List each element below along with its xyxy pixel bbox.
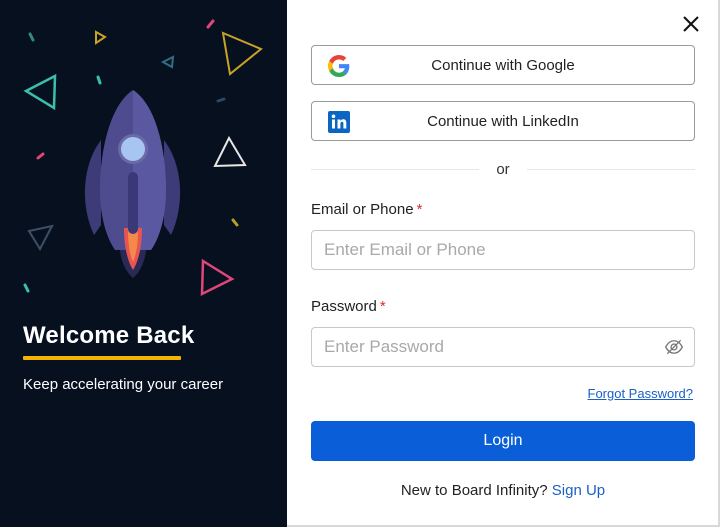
google-button-label: Continue with Google xyxy=(431,56,575,74)
password-label-text: Password xyxy=(311,298,377,315)
required-marker: * xyxy=(379,298,386,315)
sign-up-link[interactable]: Sign Up xyxy=(552,482,605,499)
signup-prompt: New to Board Infinity? Sign Up xyxy=(311,482,695,499)
or-divider: or xyxy=(311,160,695,180)
rocket-icon xyxy=(84,90,181,278)
signup-prompt-text: New to Board Infinity? xyxy=(400,482,548,499)
linkedin-icon xyxy=(328,111,350,133)
email-or-phone-input[interactable] xyxy=(311,230,695,270)
welcome-heading: Welcome Back xyxy=(23,322,195,349)
close-button[interactable] xyxy=(681,14,701,34)
continue-with-google-button[interactable]: Continue with Google xyxy=(311,45,695,85)
google-g-icon xyxy=(328,55,350,77)
welcome-subtitle: Keep accelerating your career xyxy=(23,376,224,393)
eye-hidden-icon xyxy=(664,339,684,355)
welcome-panel: Welcome Back Keep accelerating your care… xyxy=(0,0,287,527)
forgot-password-link[interactable]: Forgot Password? xyxy=(588,386,694,401)
continue-with-linkedin-button[interactable]: Continue with LinkedIn xyxy=(311,101,695,141)
toggle-password-visibility-button[interactable] xyxy=(664,337,684,357)
email-field-label: Email or Phone * xyxy=(311,201,422,218)
required-marker: * xyxy=(416,201,423,218)
close-icon xyxy=(683,16,699,32)
linkedin-button-label: Continue with LinkedIn xyxy=(427,112,579,130)
password-field-label: Password * xyxy=(311,298,386,315)
login-form-panel: Continue with Google Continue with Linke… xyxy=(287,0,720,527)
email-label-text: Email or Phone xyxy=(311,201,414,218)
decorative-illustration xyxy=(23,19,263,297)
password-input[interactable] xyxy=(311,327,695,367)
divider-line-right xyxy=(527,169,695,170)
login-button[interactable]: Login xyxy=(311,421,695,461)
heading-underline xyxy=(23,356,181,360)
